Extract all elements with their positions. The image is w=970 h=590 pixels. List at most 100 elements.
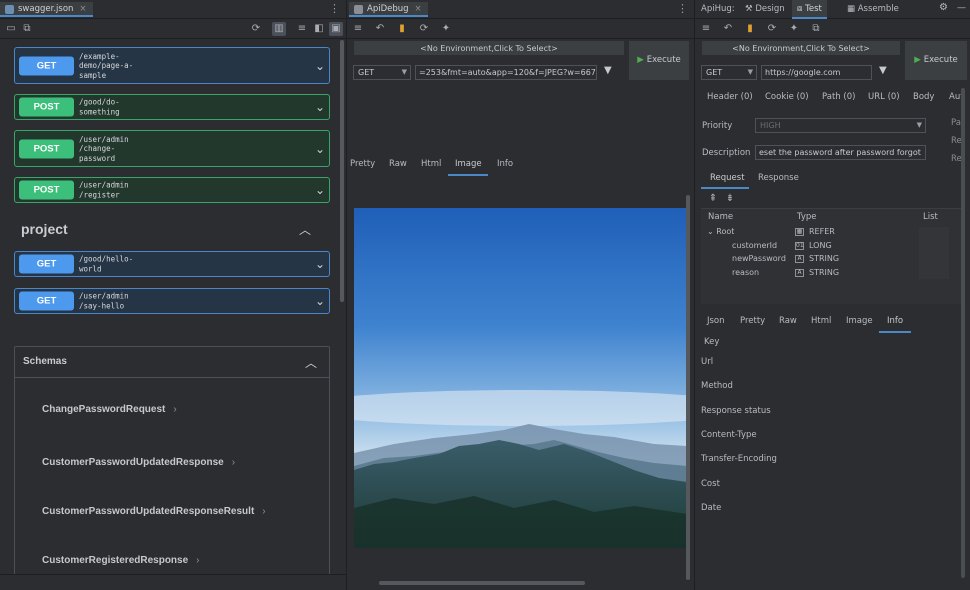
vertical-scrollbar[interactable] — [686, 195, 690, 580]
bookmark-icon[interactable]: ▮ — [743, 22, 757, 36]
tab-image[interactable]: Image — [455, 159, 482, 169]
play-icon: ▶ — [914, 55, 921, 65]
magic-icon[interactable]: ✦ — [439, 22, 453, 36]
side-label: Pa — [951, 118, 961, 128]
refresh-icon[interactable]: ⟳ — [417, 22, 431, 36]
tree-row-type: ▦ REFER — [795, 227, 835, 236]
tab-test[interactable]: ⧈ Test — [792, 0, 827, 19]
tab-html[interactable]: Html — [811, 316, 831, 326]
url-input[interactable]: =253&fmt=auto&app=120&f=JPEG?w=667& — [415, 65, 597, 80]
copy-icon[interactable]: ⧉ — [809, 22, 823, 36]
tab-pretty[interactable]: Pretty — [350, 159, 375, 169]
schema-item[interactable]: ChangePasswordRequest › — [42, 404, 177, 415]
minimize-icon[interactable]: — — [957, 3, 966, 13]
expand-all-icon[interactable]: ⇞ — [706, 192, 720, 206]
execute-button[interactable]: ▶ Execute — [628, 40, 690, 81]
method-select[interactable]: GET ▼ — [701, 65, 757, 80]
tab-json[interactable]: Json — [707, 316, 725, 326]
chevron-down-icon[interactable]: ⌄ — [315, 59, 325, 73]
schema-item[interactable]: CustomerRegisteredResponse › — [42, 555, 200, 566]
more-options-icon[interactable]: ⋮ — [677, 2, 688, 15]
bookmark-icon[interactable]: ▮ — [395, 22, 409, 36]
schemas-header[interactable]: Schemas ︿ — [15, 347, 329, 378]
vertical-scrollbar[interactable] — [340, 40, 344, 302]
environment-selector[interactable]: <No Environment,Click To Select> — [701, 40, 901, 56]
priority-select[interactable]: HIGH ▼ — [755, 118, 926, 133]
endpoint-post-change-password[interactable]: POST /user/admin /change- password ⌄ — [14, 130, 330, 167]
chevron-down-icon[interactable]: ⌄ — [315, 142, 325, 156]
tab-raw[interactable]: Raw — [779, 316, 797, 326]
tree-row-name[interactable]: customerId — [732, 241, 777, 250]
tab-image[interactable]: Image — [846, 316, 873, 326]
chevron-down-icon[interactable]: ⌄ — [315, 257, 325, 271]
tab-info[interactable]: Info — [497, 159, 513, 169]
tab-info[interactable]: Info — [887, 316, 903, 326]
method-badge: POST — [19, 139, 74, 158]
refresh-icon[interactable]: ⟳ — [765, 22, 779, 36]
tree-row-name[interactable]: reason — [732, 268, 759, 277]
chevron-down-icon[interactable]: ⌄ — [315, 294, 325, 308]
tab-cookie[interactable]: Cookie (0) — [765, 92, 809, 102]
list-icon[interactable]: ≡ — [295, 22, 309, 36]
filter-icon[interactable]: ▼ — [604, 65, 612, 76]
tab-raw[interactable]: Raw — [389, 159, 407, 169]
description-input[interactable]: eset the password after password forgot — [755, 145, 926, 160]
horizontal-scrollbar[interactable] — [379, 581, 585, 585]
endpoint-post-do-something[interactable]: POST /good/do- something ⌄ — [14, 94, 330, 120]
chevron-up-icon[interactable]: ︿ — [299, 221, 311, 238]
endpoint-get-example-demo[interactable]: GET /example- demo/page-a- sample ⌄ — [14, 47, 330, 84]
tab-html[interactable]: Html — [421, 159, 441, 169]
chevron-up-icon[interactable]: ︿ — [305, 354, 317, 371]
schema-item[interactable]: CustomerPasswordUpdatedResponse › — [42, 457, 235, 468]
endpoint-get-hello-world[interactable]: GET /good/hello- world ⌄ — [14, 251, 330, 277]
tab-api-debug[interactable]: ApiDebug × — [349, 2, 428, 17]
tab-design[interactable]: ⚒ Design — [745, 4, 785, 14]
schema-name: CustomerRegisteredResponse — [42, 555, 189, 566]
tab-body[interactable]: Body — [913, 92, 934, 102]
tree-row-name[interactable]: newPassword — [732, 254, 786, 263]
refresh-icon[interactable]: ⟳ — [249, 22, 263, 36]
magic-icon[interactable]: ✦ — [787, 22, 801, 36]
chevron-down-icon[interactable]: ⌄ — [315, 100, 325, 114]
chevron-right-icon: › — [262, 506, 266, 517]
columns-icon[interactable]: ▥ — [272, 22, 286, 36]
tab-response[interactable]: Response — [758, 173, 799, 183]
undo-icon[interactable]: ↶ — [373, 22, 387, 36]
close-icon[interactable]: × — [79, 4, 86, 14]
endpoint-post-register[interactable]: POST /user/admin /register ⌄ — [14, 177, 330, 203]
tree-row-root[interactable]: ⌄ Root — [707, 227, 734, 236]
url-input[interactable]: https://google.com — [761, 65, 872, 80]
tab-request[interactable]: Request — [710, 173, 745, 183]
undo-icon[interactable]: ↶ — [721, 22, 735, 36]
section-title-project: project — [21, 221, 68, 237]
info-key-method: Method — [701, 381, 733, 391]
add-request-icon[interactable]: ≡ — [699, 22, 713, 36]
tab-url[interactable]: URL (0) — [868, 92, 900, 102]
vertical-scrollbar[interactable] — [961, 88, 965, 578]
tab-pretty[interactable]: Pretty — [740, 316, 765, 326]
copy-icon[interactable]: ⧉ — [20, 22, 34, 36]
filter-icon[interactable]: ▼ — [879, 65, 887, 76]
tab-header[interactable]: Header (0) — [707, 92, 753, 102]
environment-selector[interactable]: <No Environment,Click To Select> — [353, 40, 625, 56]
add-request-icon[interactable]: ≡ — [351, 22, 365, 36]
gear-icon[interactable]: ⚙ — [939, 2, 948, 13]
collapse-all-icon[interactable]: ⇟ — [723, 192, 737, 206]
method-select[interactable]: GET ▼ — [353, 65, 411, 80]
split-icon[interactable]: ◧ — [312, 22, 326, 36]
schema-item[interactable]: CustomerPasswordUpdatedResponseResult › — [42, 506, 266, 517]
chevron-down-icon[interactable]: ⌄ — [315, 183, 325, 197]
info-key-transfer-encoding: Transfer-Encoding — [701, 454, 777, 464]
grid-icon: ▦ — [847, 4, 858, 14]
chevron-right-icon: › — [173, 404, 177, 415]
tab-path[interactable]: Path (0) — [822, 92, 855, 102]
window-icon[interactable]: ▭ — [4, 22, 18, 36]
endpoint-get-say-hello[interactable]: GET /user/admin /say-hello ⌄ — [14, 288, 330, 314]
more-options-icon[interactable]: ⋮ — [329, 2, 340, 15]
image-view-icon[interactable]: ▣ — [329, 22, 343, 36]
tab-assemble[interactable]: ▦ Assemble — [847, 4, 899, 14]
endpoint-path: /good/do- something — [79, 97, 120, 117]
execute-button[interactable]: ▶ Execute — [904, 40, 968, 81]
close-icon[interactable]: × — [415, 4, 422, 14]
tab-swagger-json[interactable]: swagger.json × — [0, 2, 93, 17]
